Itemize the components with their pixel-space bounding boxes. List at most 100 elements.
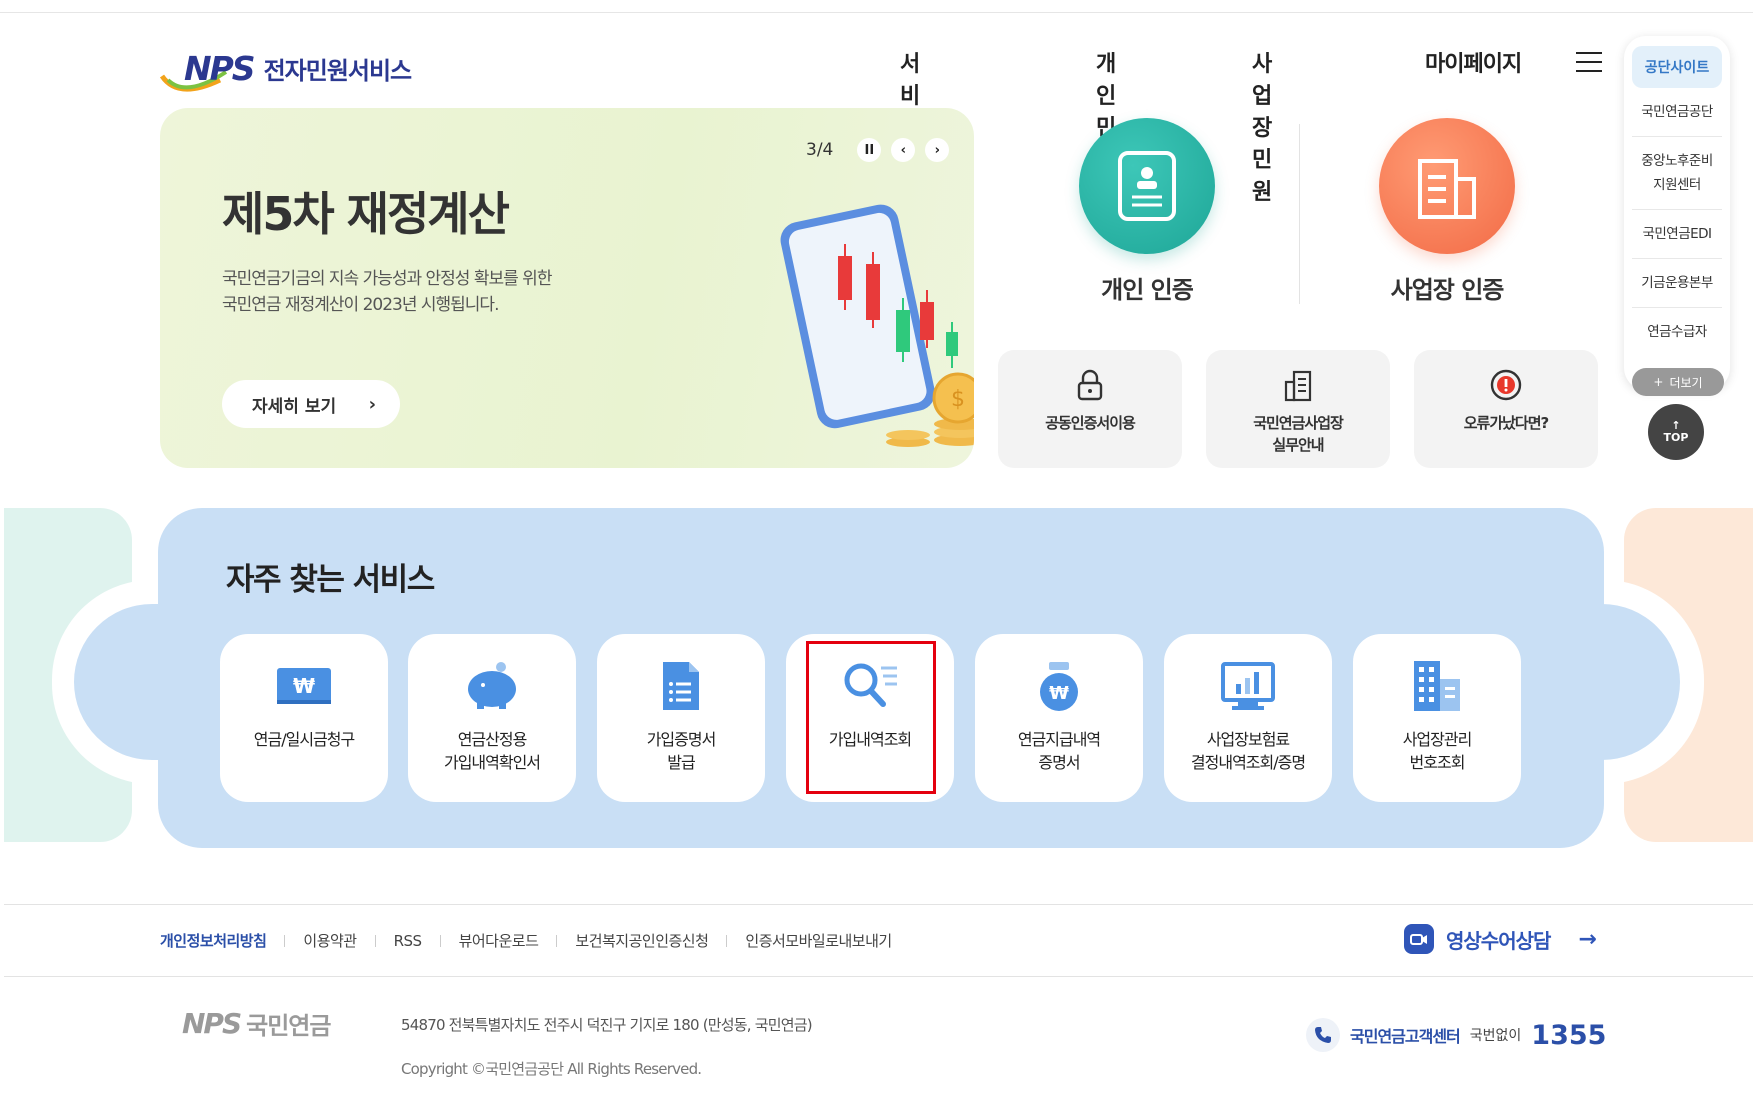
banner-desc-line1: 국민연금기금의 지속 가능성과 안정성 확보를 위한 (222, 269, 552, 289)
service-label: 가입증명서 발급 (597, 728, 765, 774)
footer-separator (284, 934, 286, 947)
service-label-line1: 사업장보험료 (1206, 730, 1290, 749)
chevron-right-icon: › (368, 394, 376, 415)
won-card-icon: ₩ (220, 658, 388, 714)
service-label-line2: 가입내역확인서 (443, 753, 541, 772)
service-payment-certificate[interactable]: ₩ 연금지급내역 증명서 (975, 634, 1143, 802)
service-label-line2: 발급 (667, 753, 695, 772)
svg-text:₩: ₩ (293, 674, 315, 698)
video-consult-label: 영상수어상담 (1446, 928, 1551, 953)
service-business-premium[interactable]: 사업장보험료 결정내역조회/증명 (1164, 634, 1332, 802)
chevron-right-icon[interactable]: › (925, 138, 950, 162)
service-pension-claim[interactable]: ₩ 연금/일시금청구 (220, 634, 388, 802)
banner-desc-line2: 국민연금 재정계산이 2023년 시행됩니다. (222, 295, 499, 315)
banner-detail-label: 자세히 보기 (252, 396, 337, 417)
monitor-chart-icon (1164, 658, 1332, 714)
side-item-edi[interactable]: 국민연금EDI (1632, 210, 1722, 259)
footer-divider-bottom (4, 976, 1753, 977)
side-item-nps[interactable]: 국민연금공단 (1632, 88, 1722, 137)
service-business-number-lookup[interactable]: 사업장관리 번호조회 (1353, 634, 1521, 802)
logo-nps-text: NPS (184, 48, 256, 88)
scroll-top-label: TOP (1663, 431, 1689, 444)
callcenter-number: 1355 (1531, 1019, 1607, 1051)
error-help-label: 오류가났다면? (1463, 414, 1550, 432)
service-pension-calc-statement[interactable]: 연금산정용 가입내역확인서 (408, 634, 576, 802)
business-practice-guide-label: 국민연금사업장 실무안내 (1206, 412, 1390, 456)
error-help-button[interactable]: 오류가났다면? (1414, 350, 1598, 468)
business-practice-guide-button[interactable]: 국민연금사업장 실무안내 (1206, 350, 1390, 468)
banner-controls: 3/4 II ‹ › (806, 138, 950, 162)
footer-link-rss[interactable]: RSS (394, 932, 422, 950)
side-item-retirement-center[interactable]: 중앙노후준비 지원센터 (1632, 137, 1722, 210)
service-label-line1: 가입증명서 (646, 730, 717, 749)
video-sign-consult-link[interactable]: 영상수어상담 → (1404, 924, 1597, 954)
business-practice-line2: 실무안내 (1272, 436, 1324, 454)
footer-logo: NPS 국민연금 (160, 1006, 331, 1041)
footer-separator (726, 934, 728, 947)
pause-icon[interactable]: II (857, 138, 882, 162)
side-quick-menu: 공단사이트 국민연금공단 중앙노후준비 지원센터 국민연금EDI 기금운용본부 … (1624, 36, 1730, 396)
callcenter-name: 국민연금고객센터 (1350, 1027, 1461, 1046)
side-more-label: 더보기 (1669, 375, 1703, 390)
money-bag-icon: ₩ (975, 658, 1143, 714)
banner-detail-button[interactable]: 자세히 보기 › (222, 380, 400, 428)
footer-separator (374, 934, 376, 947)
menu-hamburger-icon[interactable] (1576, 52, 1602, 74)
banner-title: 제5차 재정계산 (222, 187, 510, 241)
footer-address: 54870 전북특별자치도 전주시 덕진구 기지로 180 (만성동, 국민연금… (401, 1016, 813, 1034)
service-label-line1: 연금지급내역 (1017, 730, 1101, 749)
side-item-retirement-line1: 중앙노후준비 (1641, 153, 1713, 169)
alert-circle-icon (1414, 368, 1598, 404)
service-label: 사업장보험료 결정내역조회/증명 (1164, 728, 1332, 774)
service-label-line1: 연금/일시금청구 (253, 730, 355, 749)
side-more-button[interactable]: + 더보기 (1632, 368, 1724, 396)
footer-link-cert-apply[interactable]: 보건복지공인인증신청 (575, 930, 709, 951)
footer-link-cert-export[interactable]: 인증서모바일로내보내기 (745, 930, 892, 951)
joint-certificate-label: 공동인증서이용 (1045, 414, 1136, 432)
piggy-bank-icon (408, 658, 576, 714)
service-label-line2: 결정내역조회/증명 (1190, 753, 1306, 772)
footer-link-terms[interactable]: 이용약관 (303, 930, 357, 951)
service-label: 연금/일시금청구 (220, 728, 388, 751)
service-label-line1: 사업장관리 (1402, 730, 1473, 749)
office-building-icon (1206, 368, 1390, 404)
nav-mypage[interactable]: 마이페이지 (1425, 46, 1522, 78)
right-bulge-decoration (1500, 604, 1680, 760)
document-icon (597, 658, 765, 714)
service-label: 연금지급내역 증명서 (975, 728, 1143, 774)
side-item-fund-management[interactable]: 기금운용본부 (1632, 259, 1722, 308)
call-center: 국민연금고객센터 국번없이 1355 (1306, 1018, 1606, 1052)
banner-page-indicator: 3/4 (806, 140, 834, 160)
joint-certificate-button[interactable]: 공동인증서이용 (998, 350, 1182, 468)
footer-link-viewer[interactable]: 뷰어다운로드 (459, 930, 539, 951)
side-item-pensioner[interactable]: 연금수급자 (1632, 308, 1722, 356)
footer-link-privacy[interactable]: 개인정보처리방침 (160, 930, 267, 951)
footer-copyright: Copyright ©국민연금공단 All Rights Reserved. (401, 1060, 702, 1078)
service-label-line1: 연금산정용 (457, 730, 528, 749)
phone-icon (1306, 1018, 1340, 1052)
highlight-box (806, 641, 936, 794)
side-item-retirement-line2: 지원센터 (1653, 177, 1701, 193)
lock-icon (998, 368, 1182, 404)
personal-cert-button[interactable]: 개인 인증 (1017, 118, 1277, 305)
footer-divider-top (4, 904, 1753, 905)
site-logo[interactable]: NPS 전자민원서비스 (160, 40, 413, 96)
svg-text:₩: ₩ (1049, 683, 1069, 704)
service-enrollment-certificate[interactable]: 가입증명서 발급 (597, 634, 765, 802)
business-practice-line1: 국민연금사업장 (1253, 414, 1344, 432)
footer-logo-name: 국민연금 (246, 1012, 331, 1040)
site-title: 전자민원서비스 (263, 56, 413, 85)
side-menu-title[interactable]: 공단사이트 (1632, 46, 1722, 88)
main-banner: 제5차 재정계산 국민연금기금의 지속 가능성과 안정성 확보를 위한 국민연금… (160, 108, 974, 468)
business-cert-button[interactable]: 사업장 인증 (1317, 118, 1577, 305)
service-label: 사업장관리 번호조회 (1353, 728, 1521, 774)
frequent-services-title: 자주 찾는 서비스 (226, 562, 435, 598)
arrow-right-icon: → (1578, 926, 1596, 952)
footer-logo-nps: NPS (182, 1007, 242, 1040)
chevron-left-icon[interactable]: ‹ (891, 138, 916, 162)
banner-description: 국민연금기금의 지속 가능성과 안정성 확보를 위한 국민연금 재정계산이 20… (222, 266, 552, 318)
scroll-top-button[interactable]: ↑ TOP (1648, 404, 1704, 460)
building-icon (1379, 118, 1515, 254)
personal-cert-label: 개인 인증 (1101, 276, 1194, 304)
svg-text:$: $ (951, 387, 965, 412)
